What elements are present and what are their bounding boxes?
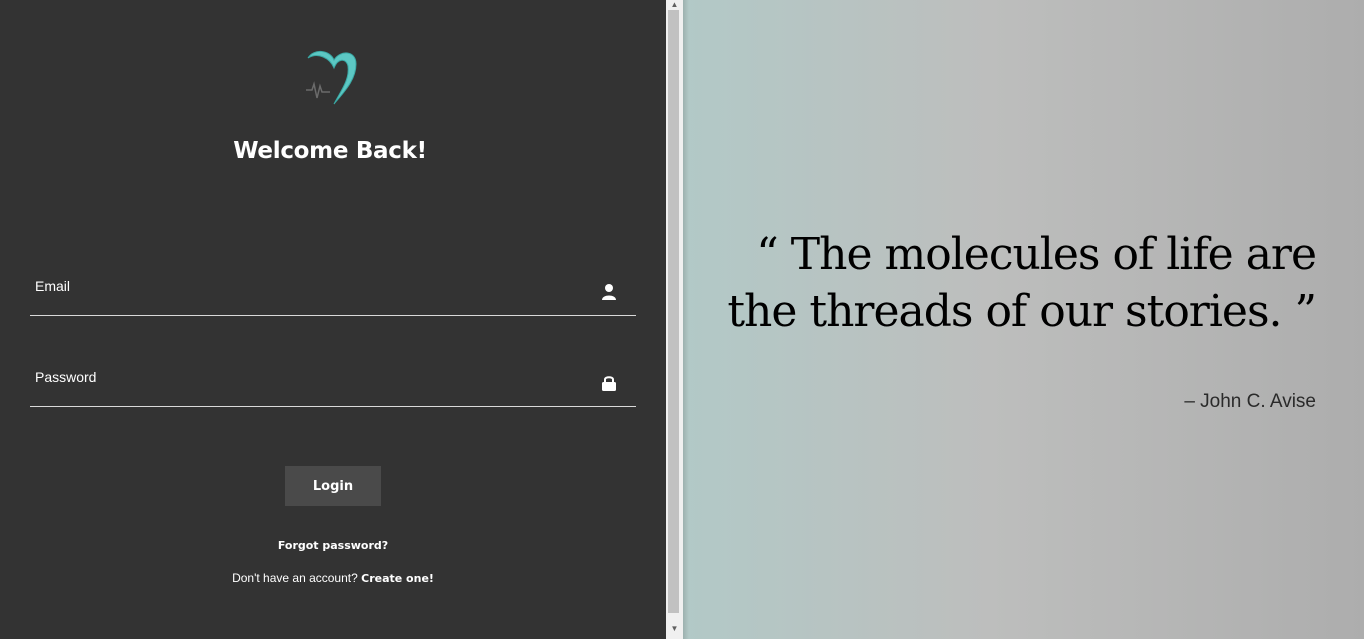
chevron-down-icon[interactable]: ▼: [666, 624, 683, 634]
scrollbar[interactable]: ▲ ▼: [666, 0, 683, 639]
password-field[interactable]: Password: [30, 360, 636, 407]
page: Welcome Back! Email Password Login Forgo…: [0, 0, 1364, 639]
chevron-up-icon[interactable]: ▲: [666, 0, 683, 10]
quote-text: “ The molecules of life are the threads …: [727, 229, 1317, 337]
forgot-password-link[interactable]: Forgot password?: [0, 539, 666, 552]
signup-prompt-text: Don't have an account?: [232, 571, 358, 585]
user-icon: [602, 284, 616, 300]
welcome-heading: Welcome Back!: [233, 138, 427, 164]
create-account-link[interactable]: Create one!: [361, 572, 434, 585]
quote-author: – John C. Avise: [1184, 391, 1316, 412]
login-button[interactable]: Login: [285, 466, 381, 506]
signup-prompt-line: Don't have an account? Create one!: [0, 571, 666, 585]
quote-panel: “ The molecules of life are the threads …: [683, 0, 1364, 639]
lock-icon: [602, 376, 616, 391]
email-input[interactable]: [30, 269, 600, 313]
login-panel: Welcome Back! Email Password Login Forgo…: [0, 0, 666, 639]
password-input[interactable]: [30, 360, 600, 404]
heart-logo-icon: [306, 51, 357, 105]
scrollbar-thumb[interactable]: [668, 10, 679, 613]
email-field[interactable]: Email: [30, 269, 636, 316]
